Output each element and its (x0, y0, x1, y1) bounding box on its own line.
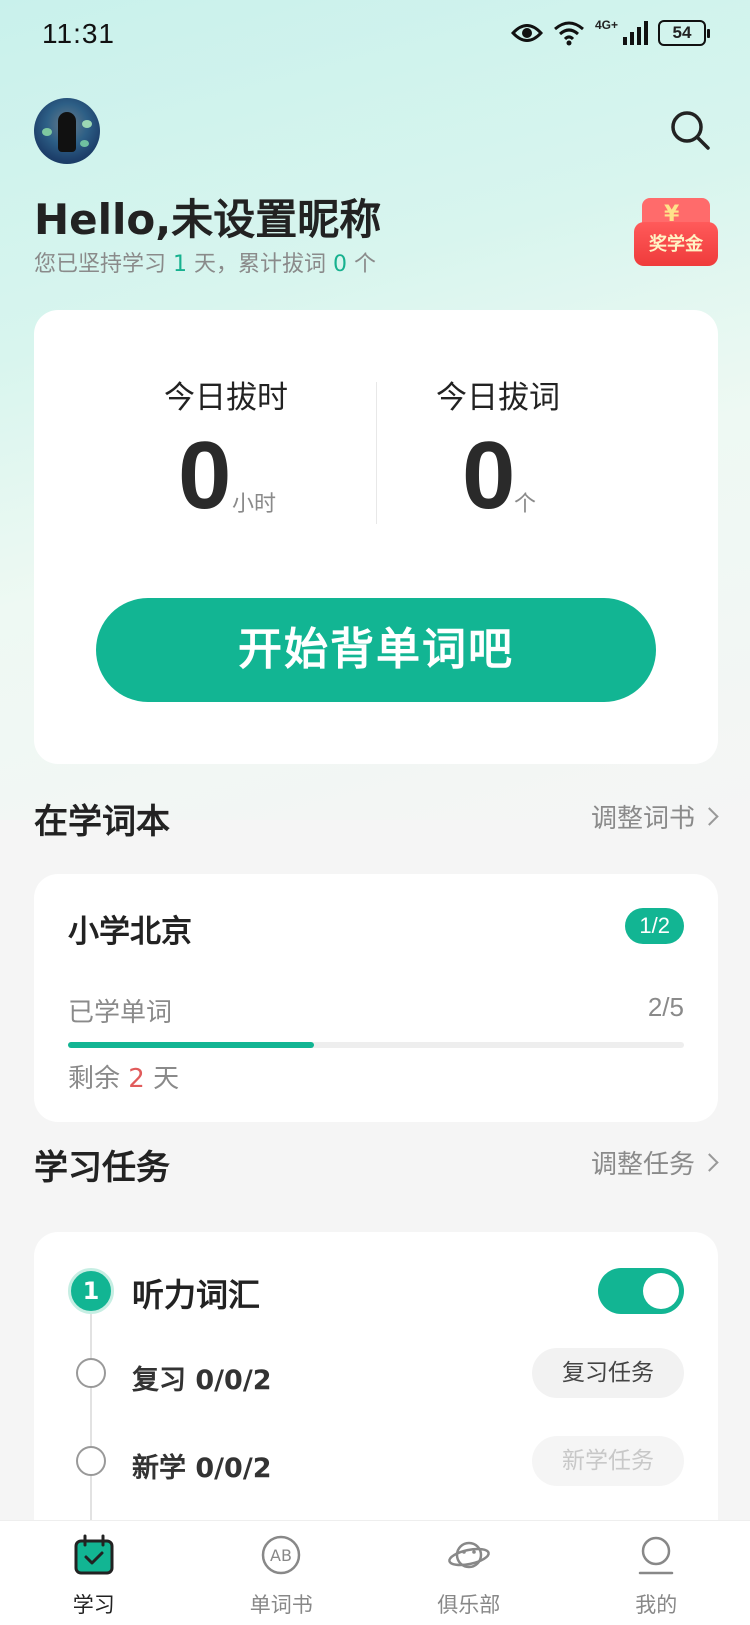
studying-book-title: 在学词本 (34, 802, 170, 842)
today-time-unit: 小时 (232, 492, 277, 517)
today-words-unit: 个 (514, 492, 537, 517)
remaining-days: 剩余 2 天 (68, 1064, 180, 1094)
review-task-button[interactable]: 复习任务 (532, 1348, 684, 1398)
new-task-button[interactable]: 新学任务 (532, 1436, 684, 1486)
learn-progress-bar (68, 1042, 684, 1048)
review-step-circle (76, 1358, 106, 1388)
person-icon (639, 1536, 674, 1575)
learn-progress-fill (68, 1042, 315, 1048)
chevron-right-icon (700, 807, 719, 826)
stats-divider (376, 382, 377, 524)
battery-indicator: 54 (658, 20, 710, 46)
new-step-circle (76, 1446, 106, 1476)
tab-mine[interactable]: 我的 (563, 1521, 750, 1625)
today-stats-card: 今日拔时 0 小时 今日拔词 0 个 开始背单词吧 (34, 310, 718, 764)
status-bar: 11:31 4G+ 54 (0, 0, 750, 74)
planet-icon (447, 1541, 490, 1569)
search-icon[interactable] (668, 108, 712, 152)
streak-summary: 您已坚持学习 1 天，累计拔词 0 个 (34, 252, 376, 277)
tab-club[interactable]: 俱乐部 (375, 1521, 563, 1625)
scholarship-button[interactable]: ¥ 奖学金 (634, 198, 718, 272)
chevron-right-icon (700, 1153, 719, 1172)
today-words-label: 今日拔词 (436, 380, 560, 416)
ab-circle-icon: AB (262, 1535, 301, 1575)
signal-icon (623, 21, 648, 45)
learned-words-label: 已学单词 (68, 998, 173, 1028)
book-card[interactable]: 小学北京 1/2 已学单词 2/5 剩余 2 天 (34, 874, 718, 1122)
adjust-book-link[interactable]: 调整词书 (591, 798, 719, 835)
today-time-value: 0 (178, 422, 232, 529)
status-icons: 4G+ 54 (510, 18, 710, 46)
eye-icon (510, 24, 543, 42)
scholarship-label: 奖学金 (649, 234, 703, 255)
learned-words-count: 2/5 (647, 992, 684, 1022)
svg-text:AB: AB (270, 1546, 292, 1565)
streak-days: 1 (173, 252, 187, 277)
today-words-value: 0 (462, 422, 516, 529)
wifi-icon (554, 21, 584, 46)
today-time-label: 今日拔时 (164, 380, 288, 416)
calendar-check-icon (74, 1534, 114, 1575)
greeting-title: Hello,未设置昵称 (34, 195, 382, 244)
network-type: 4G+ (594, 18, 618, 32)
new-learn-label: 新学 0/0/2 (132, 1453, 272, 1484)
bottom-tab-bar: 学习 AB 单词书 俱乐部 我的 (0, 1520, 750, 1625)
words-total: 0 (333, 252, 347, 277)
task-name: 听力词汇 (132, 1276, 261, 1314)
tasks-title: 学习任务 (34, 1148, 170, 1188)
step-number-badge: 1 (68, 1268, 114, 1314)
review-label: 复习 0/0/2 (132, 1365, 272, 1396)
tab-wordbook[interactable]: AB 单词书 (188, 1521, 376, 1625)
start-memorizing-button[interactable]: 开始背单词吧 (96, 598, 656, 702)
avatar[interactable] (34, 98, 100, 164)
task-toggle[interactable] (598, 1268, 684, 1314)
task-card: 1 听力词汇 复习 0/0/2 复习任务 新学 0/0/2 新学任务 (34, 1232, 718, 1552)
adjust-tasks-link[interactable]: 调整任务 (591, 1144, 719, 1181)
status-time: 11:31 (42, 18, 115, 49)
book-name: 小学北京 (68, 914, 192, 950)
book-badge: 1/2 (625, 908, 684, 944)
toggle-knob (643, 1273, 679, 1309)
timeline-line (90, 1292, 92, 1552)
tab-study[interactable]: 学习 (0, 1521, 188, 1625)
